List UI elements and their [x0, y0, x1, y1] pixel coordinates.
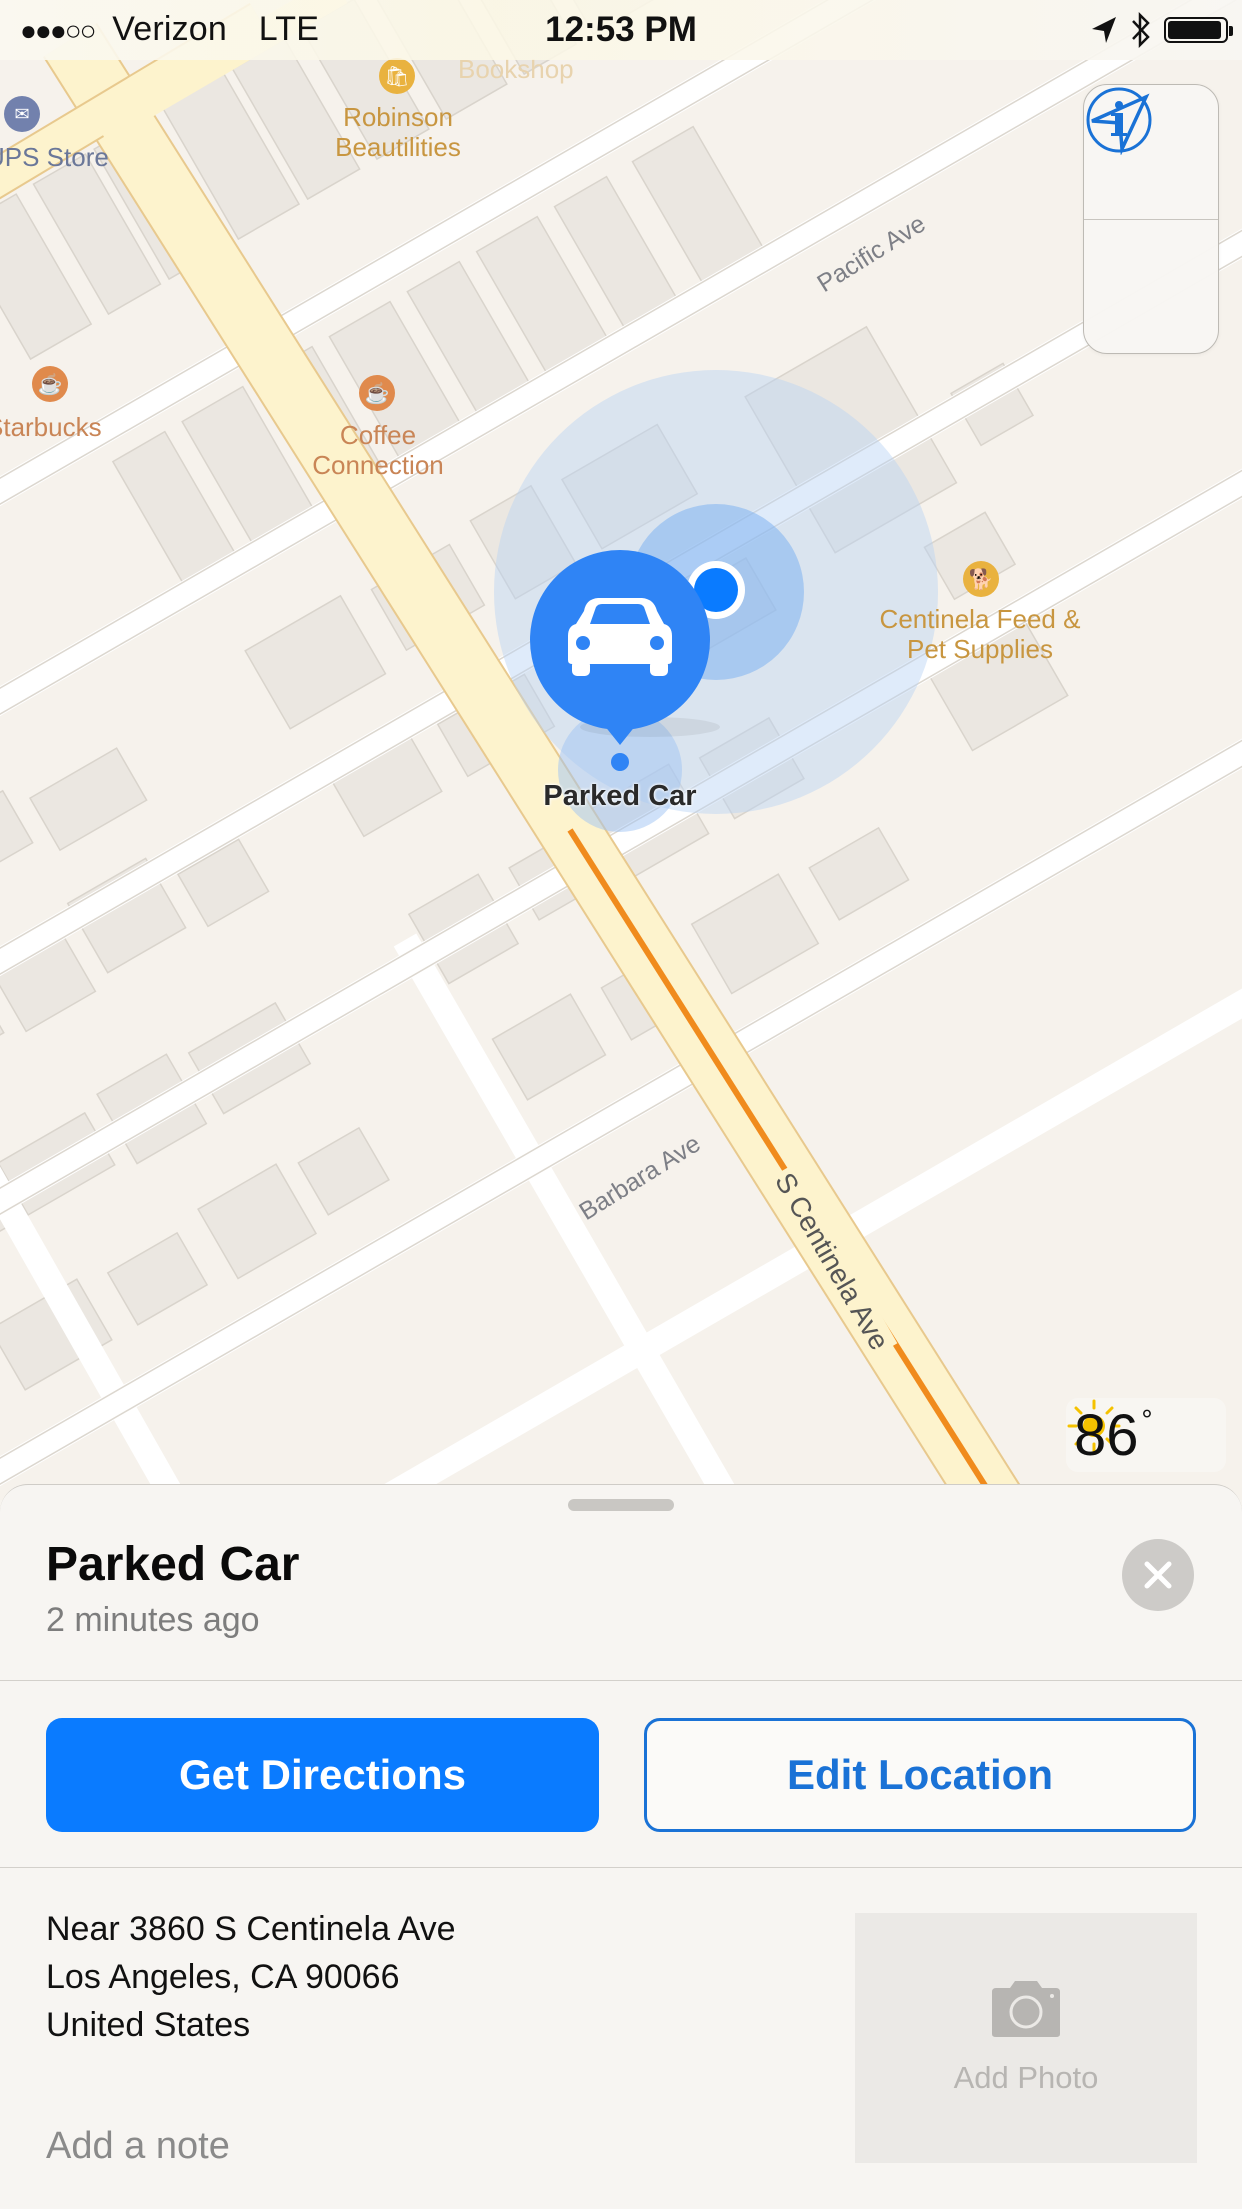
weather-temperature: 86 °: [1074, 1402, 1153, 1468]
parked-car-card: Parked Car 2 minutes ago Get Directions …: [0, 1484, 1242, 2209]
mail-icon[interactable]: ✉: [4, 96, 40, 132]
close-button[interactable]: [1122, 1539, 1194, 1611]
close-icon: [1144, 1561, 1172, 1589]
coffee-cup-icon[interactable]: ☕: [32, 366, 68, 402]
status-time: 12:53 PM: [545, 10, 697, 49]
card-timestamp: 2 minutes ago: [46, 1601, 260, 1639]
status-bar: ●●●○○ Verizon LTE 12:53 PM: [0, 0, 1242, 60]
shopping-bag-icon[interactable]: 🛍: [379, 58, 415, 94]
poi-centinela-feed-pet-supplies[interactable]: Centinela Feed & Pet Supplies: [860, 604, 1100, 664]
poi-robinson-beautilities[interactable]: Robinson Beautilities: [318, 102, 478, 162]
address-block: Near 3860 S Centinela Ave Los Angeles, C…: [46, 1905, 456, 2049]
address-line-city: Los Angeles, CA 90066: [46, 1958, 400, 1996]
coffee-cup-icon[interactable]: ☕: [359, 375, 395, 411]
map-view[interactable]: 🛍 Bookshop Robinson Beautilities ✉ UPS S…: [0, 0, 1242, 1500]
status-icons: [1090, 12, 1233, 48]
weather-badge: 86 °: [1066, 1398, 1226, 1472]
map-canvas: [0, 0, 1242, 1500]
camera-icon: [992, 1981, 1060, 2037]
pet-store-icon[interactable]: 🐕: [963, 561, 999, 597]
divider: [0, 1867, 1242, 1868]
address-line-country: United States: [46, 2006, 251, 2044]
location-arrow-icon: [1091, 93, 1150, 155]
add-note-field[interactable]: Add a note: [46, 2125, 230, 2168]
poi-starbucks[interactable]: Starbucks: [0, 412, 102, 442]
bluetooth-icon: [1132, 12, 1150, 48]
track-location-button[interactable]: [1084, 93, 1218, 353]
card-title: Parked Car: [46, 1538, 300, 1591]
edit-location-button[interactable]: Edit Location: [644, 1718, 1196, 1832]
location-arrow-icon: [1092, 17, 1116, 43]
get-directions-button[interactable]: Get Directions: [46, 1718, 599, 1832]
parked-car-map-label: Parked Car: [543, 780, 697, 812]
battery-icon: [1164, 17, 1233, 43]
add-photo-label: Add Photo: [953, 2060, 1099, 2095]
poi-coffee-connection[interactable]: Coffee Connection: [298, 420, 458, 480]
poi-ups-store[interactable]: UPS Store: [0, 142, 109, 172]
address-line-street: Near 3860 S Centinela Ave: [46, 1910, 456, 1948]
sheet-grabber-handle[interactable]: [568, 1499, 674, 1511]
map-controls: [1083, 84, 1219, 354]
add-photo-button[interactable]: Add Photo: [855, 1913, 1197, 2163]
divider: [0, 1680, 1242, 1681]
